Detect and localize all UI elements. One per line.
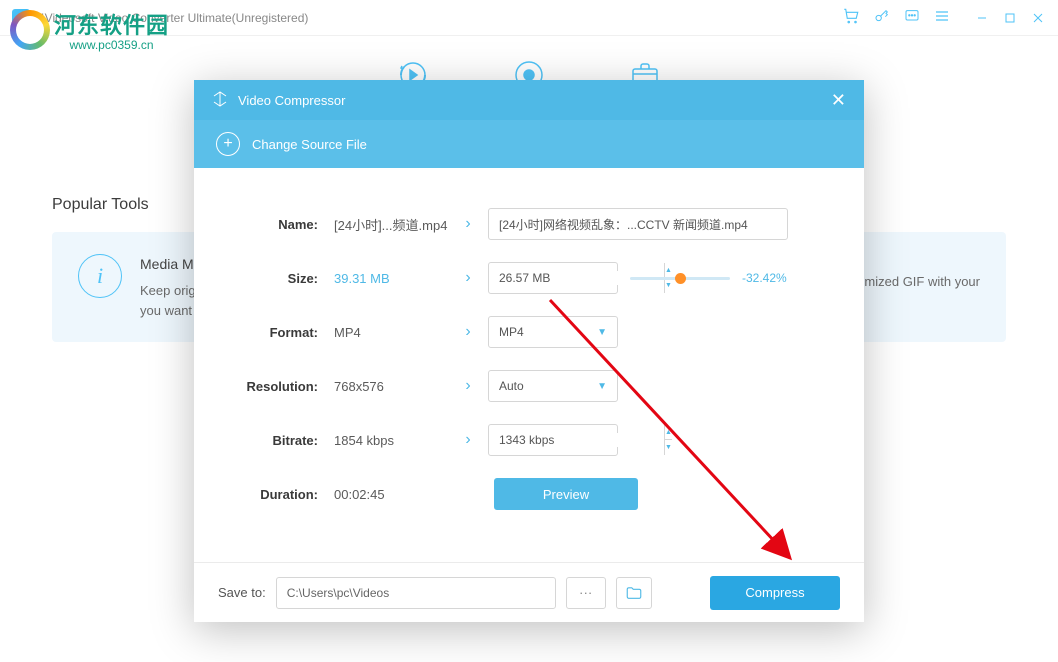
duration-label: Duration: xyxy=(228,487,318,502)
size-percent: -32.42% xyxy=(742,271,787,285)
video-compressor-dialog: Video Compressor ✕ + Change Source File … xyxy=(194,80,864,622)
format-output-select[interactable]: MP4▼ xyxy=(488,316,618,348)
dialog-close-icon[interactable]: ✕ xyxy=(831,90,846,111)
spinner-down-icon[interactable]: ▼ xyxy=(665,440,672,455)
chevron-right-icon: › xyxy=(448,215,488,233)
duration-value: 00:02:45 xyxy=(318,487,448,502)
compress-button[interactable]: Compress xyxy=(710,576,840,610)
change-source-bar[interactable]: + Change Source File xyxy=(194,120,864,168)
save-to-label: Save to: xyxy=(218,585,266,600)
dialog-title: Video Compressor xyxy=(238,93,345,108)
chevron-right-icon: › xyxy=(448,323,488,341)
chevron-right-icon: › xyxy=(448,377,488,395)
caret-down-icon: ▼ xyxy=(597,327,607,338)
change-source-label: Change Source File xyxy=(252,137,367,152)
resolution-label: Resolution: xyxy=(228,379,318,394)
bitrate-output-spinner[interactable]: ▲▼ xyxy=(488,424,618,456)
format-source: MP4 xyxy=(318,325,448,340)
name-label: Name: xyxy=(228,217,318,232)
name-output-input[interactable]: [24小时]网络视频乱象：...CCTV 新闻频道.mp4 xyxy=(488,208,788,240)
spinner-up-icon[interactable]: ▲ xyxy=(665,425,672,440)
resolution-source: 768x576 xyxy=(318,379,448,394)
preview-button[interactable]: Preview xyxy=(494,478,638,510)
size-source: 39.31 MB xyxy=(318,271,448,286)
dialog-overlay: Video Compressor ✕ + Change Source File … xyxy=(0,0,1058,662)
browse-button[interactable]: ··· xyxy=(566,577,606,609)
bitrate-source: 1854 kbps xyxy=(318,433,448,448)
resolution-output-select[interactable]: Auto▼ xyxy=(488,370,618,402)
size-slider[interactable] xyxy=(630,277,730,280)
caret-down-icon: ▼ xyxy=(597,381,607,392)
slider-thumb-icon[interactable] xyxy=(675,273,686,284)
chevron-right-icon: › xyxy=(448,431,488,449)
save-path-field[interactable]: C:\Users\pc\Videos xyxy=(276,577,556,609)
size-label: Size: xyxy=(228,271,318,286)
name-source: [24小时]...频道.mp4 xyxy=(318,215,448,234)
dialog-footer: Save to: C:\Users\pc\Videos ··· Compress xyxy=(194,562,864,622)
size-output-spinner[interactable]: ▲▼ xyxy=(488,262,618,294)
bitrate-label: Bitrate: xyxy=(228,433,318,448)
plus-circle-icon: + xyxy=(216,132,240,156)
bitrate-output-input[interactable] xyxy=(489,433,664,447)
chevron-right-icon: › xyxy=(448,269,488,287)
compressor-icon xyxy=(212,91,228,110)
dialog-body: Name: [24小时]...频道.mp4 › [24小时]网络视频乱象：...… xyxy=(194,168,864,562)
open-folder-button[interactable] xyxy=(616,577,652,609)
format-label: Format: xyxy=(228,325,318,340)
dialog-header: Video Compressor ✕ xyxy=(194,80,864,120)
